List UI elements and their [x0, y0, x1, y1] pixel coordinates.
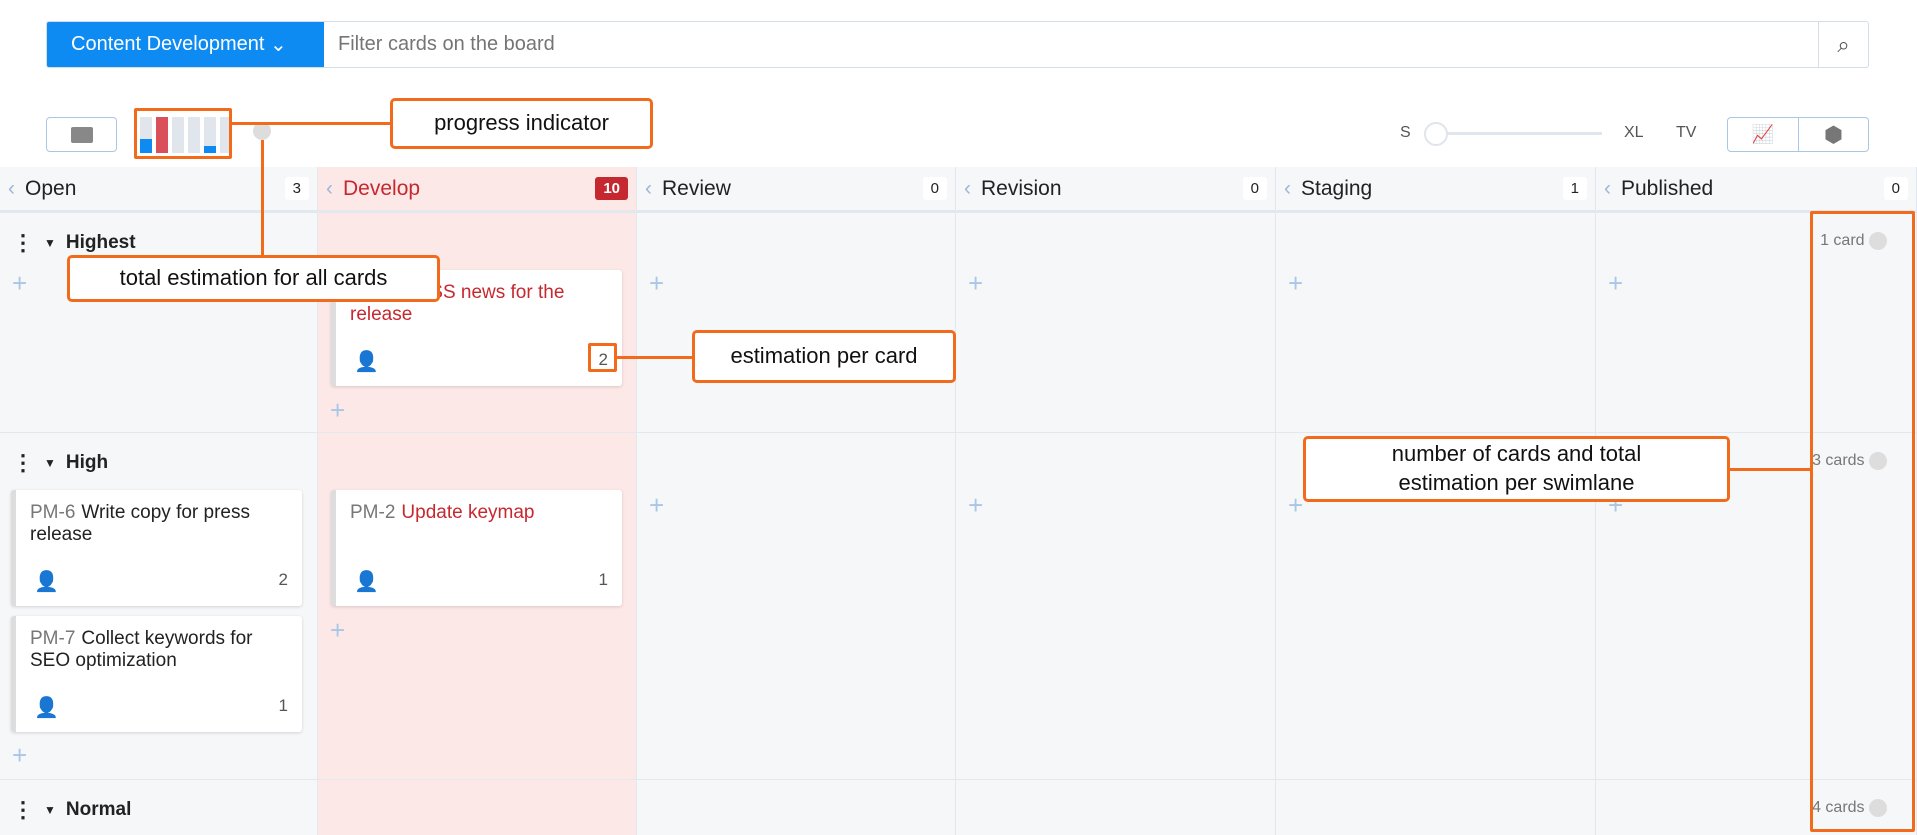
more-vertical-icon[interactable]: ⋮ [12, 797, 34, 823]
column-header[interactable]: ‹ Revision 0 [956, 167, 1275, 212]
column-header[interactable]: ‹ Staging 1 [1276, 167, 1595, 212]
column-header[interactable]: ‹ Open 3 [0, 167, 317, 212]
column-name: Staging [1301, 176, 1373, 200]
chevron-left-icon[interactable]: ‹ [645, 177, 652, 201]
add-assignee-icon[interactable]: 👤 [354, 569, 379, 594]
area-chart-icon: 📈 [1751, 124, 1775, 144]
card[interactable]: PM-2 Update keymap 👤 1 [331, 490, 622, 606]
column-name: Open [25, 176, 77, 200]
annotation-per-lane: number of cards and total estimation per… [1303, 436, 1730, 502]
column-header[interactable]: ‹ Published 0 [1596, 167, 1916, 212]
annotation-box-estimate [588, 343, 617, 372]
swimlane-highest [0, 212, 1917, 432]
annotation-box-lane-counts [1810, 211, 1915, 832]
column-count: 0 [1242, 177, 1267, 200]
card-id: PM-2 [350, 502, 396, 523]
chevron-left-icon[interactable]: ‹ [8, 177, 15, 201]
search-icon[interactable]: ⌕ [1818, 22, 1868, 67]
add-assignee-icon[interactable]: 👤 [34, 569, 59, 594]
chevron-down-icon: ⌄ [270, 34, 287, 56]
card-title[interactable]: Update keymap [401, 502, 534, 523]
swimlane-header[interactable]: ⋮ ▼ Normal [0, 779, 131, 823]
annotation-line [617, 356, 692, 359]
column-count: 0 [1883, 177, 1908, 200]
inbox-icon [70, 126, 93, 143]
more-vertical-icon[interactable]: ⋮ [12, 230, 34, 256]
gear-icon: ⬢ [1823, 121, 1844, 147]
settings-button[interactable]: ⬢ [1798, 117, 1869, 152]
chevron-left-icon[interactable]: ‹ [326, 177, 333, 201]
swimlane-normal [0, 779, 1917, 835]
size-slider[interactable] [1428, 132, 1602, 135]
card-id: PM-6 [30, 502, 76, 523]
swimlane-header[interactable]: ⋮ ▼ Highest [0, 212, 136, 256]
column-count: 1 [1562, 177, 1587, 200]
card-estimate: 2 [278, 570, 288, 589]
column-count: 3 [284, 177, 309, 200]
column-name: Review [662, 176, 731, 200]
swimlane-name: High [65, 452, 109, 473]
column-count: 0 [922, 177, 947, 200]
more-vertical-icon[interactable]: ⋮ [12, 450, 34, 476]
card-id: PM-7 [30, 628, 76, 649]
column-name: Published [1621, 176, 1714, 200]
caret-down-icon[interactable]: ▼ [44, 236, 56, 250]
slider-handle[interactable] [1424, 122, 1448, 146]
annotation-line [261, 140, 264, 256]
chart-button[interactable]: 📈 [1727, 117, 1799, 152]
board-name: Content Development [71, 33, 265, 55]
caret-down-icon[interactable]: ▼ [44, 456, 56, 470]
chevron-left-icon[interactable]: ‹ [964, 177, 971, 201]
card-estimate: 1 [598, 570, 608, 589]
annotation-per-card: estimation per card [692, 330, 956, 383]
caret-down-icon[interactable]: ▼ [44, 803, 56, 817]
size-tv-label[interactable]: TV [1676, 124, 1696, 142]
add-assignee-icon[interactable]: 👤 [34, 695, 59, 720]
card[interactable]: PM-6 Write copy for press release 👤 2 [11, 490, 302, 606]
swimlane-header[interactable]: ⋮ ▼ High [0, 432, 108, 476]
column-count: 10 [595, 177, 628, 200]
size-xl-label[interactable]: XL [1624, 124, 1644, 142]
swimlane-name: Highest [65, 232, 136, 253]
column-name: Revision [981, 176, 1062, 200]
archive-button[interactable] [46, 117, 117, 152]
top-bar: Content Development ⌄ ⌕ [46, 21, 1869, 68]
card-estimate: 1 [278, 696, 288, 715]
annotation-line [232, 122, 390, 125]
annotation-progress: progress indicator [390, 98, 653, 149]
swimlane-name: Normal [65, 799, 132, 820]
chevron-left-icon[interactable]: ‹ [1284, 177, 1291, 201]
annotation-box-progress [134, 108, 232, 159]
column-header[interactable]: ‹ Review 0 [637, 167, 955, 212]
card[interactable]: PM-7 Collect keywords for SEO optimizatio… [11, 616, 302, 732]
column-header[interactable]: ‹ Develop 10 [318, 167, 636, 212]
annotation-line [1730, 468, 1810, 471]
annotation-total: total estimation for all cards [67, 255, 440, 302]
add-assignee-icon[interactable]: 👤 [354, 349, 379, 374]
board-selector[interactable]: Content Development ⌄ [47, 22, 324, 67]
chevron-left-icon[interactable]: ‹ [1604, 177, 1611, 201]
size-s-label: S [1400, 124, 1411, 141]
column-name: Develop [343, 176, 421, 200]
filter-input[interactable] [324, 22, 1818, 67]
